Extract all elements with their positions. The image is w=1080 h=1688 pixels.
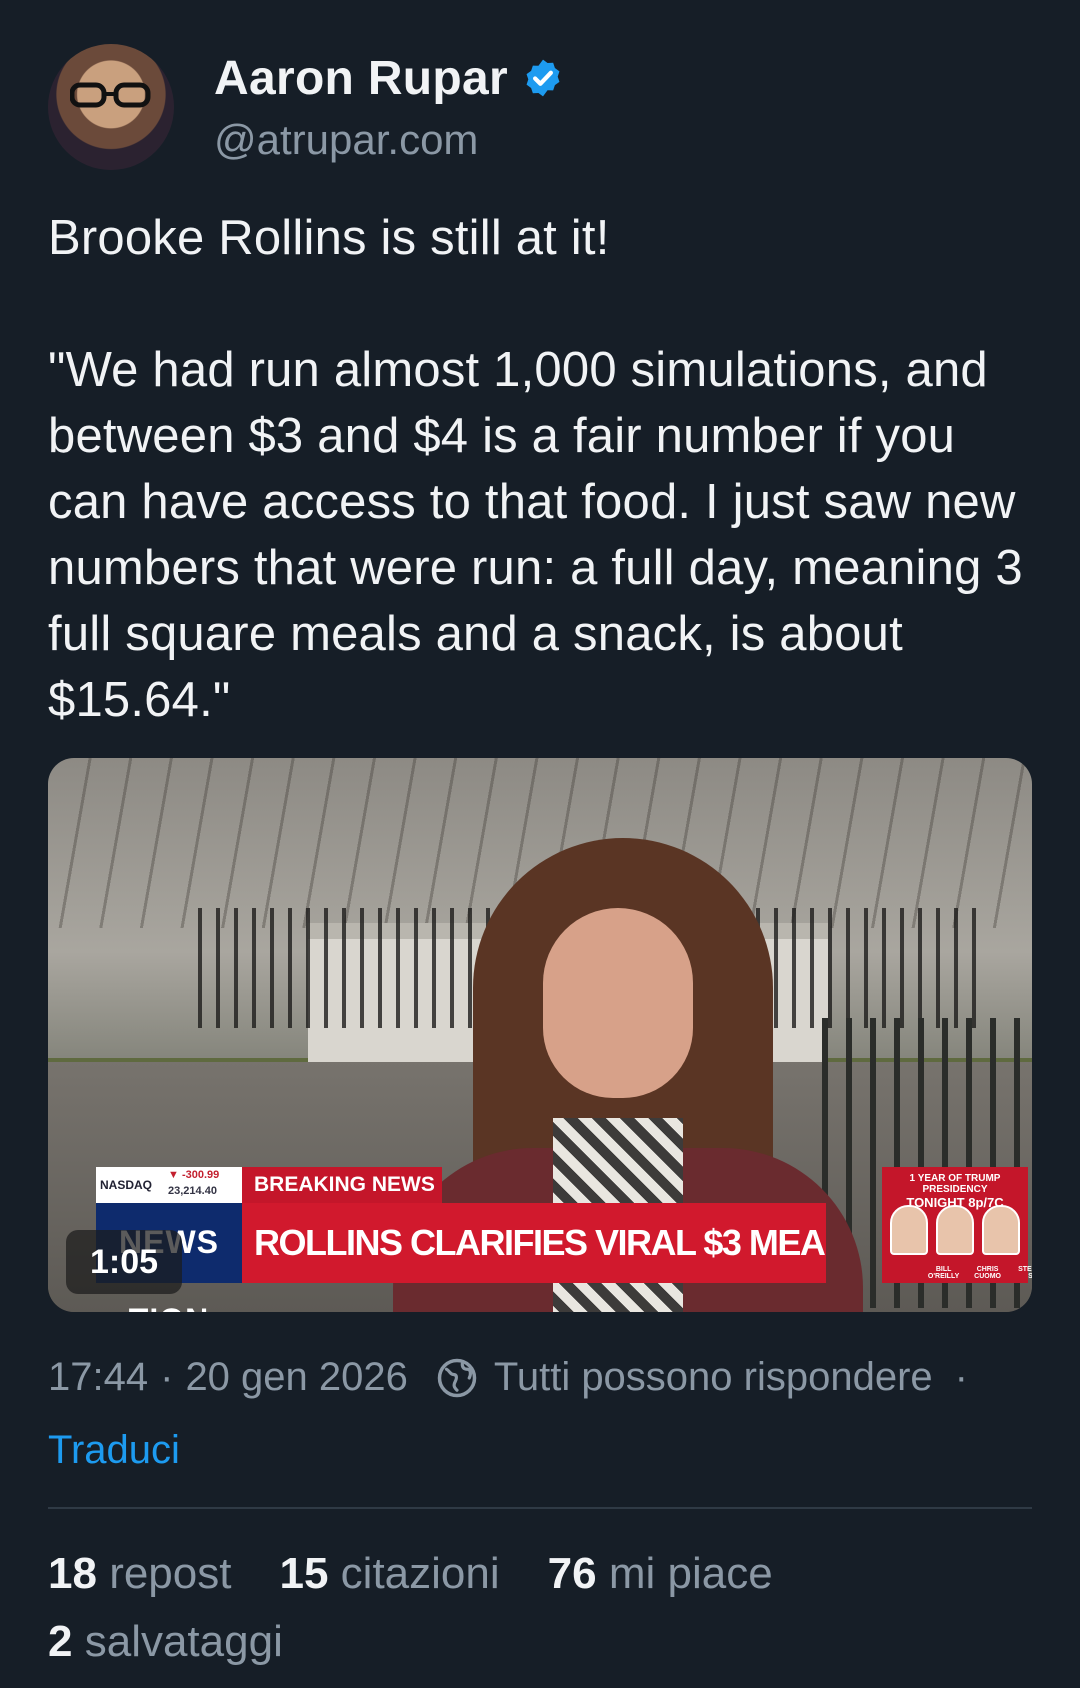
post-date[interactable]: 20 gen 2026 <box>185 1355 407 1400</box>
video-duration: 1:05 <box>66 1230 182 1294</box>
likes-label: mi piace <box>608 1549 773 1598</box>
video-player[interactable]: NASDAQ ▼ -300.99 23,214.40 BREAKING NEWS… <box>48 758 1032 1312</box>
likes-stat[interactable]: 76 mi piace <box>548 1540 773 1608</box>
quotes-count: 15 <box>279 1549 329 1598</box>
meta-trailing-dot: · <box>954 1355 968 1399</box>
post-text: Brooke Rollins is still at it! "We had r… <box>48 211 1023 727</box>
ticker-change: ▼ -300.99 <box>168 1169 220 1181</box>
promo-line-1: 1 YEAR OF TRUMP PRESIDENCY <box>909 1173 1001 1195</box>
news-lower-third: NASDAQ ▼ -300.99 23,214.40 BREAKING NEWS… <box>96 1167 1032 1312</box>
bookmarks-stat[interactable]: 2 salvataggi <box>48 1608 283 1676</box>
promo-faces <box>890 1205 1020 1261</box>
quotes-stat[interactable]: 15 citazioni <box>279 1540 499 1608</box>
avatar-glasses-icon <box>70 82 151 108</box>
engagement-stats: 18 repost 15 citazioni 76 mi piace 2 sal… <box>48 1540 1032 1676</box>
user-handle[interactable]: @atrupar.com <box>214 116 564 164</box>
reply-setting[interactable]: Tutti possono rispondere <box>494 1355 933 1400</box>
display-name-text[interactable]: Aaron Rupar <box>214 51 508 106</box>
reposts-label: repost <box>109 1549 232 1598</box>
likes-count: 76 <box>547 1549 597 1598</box>
reposts-count: 18 <box>48 1549 97 1598</box>
display-name[interactable]: Aaron Rupar <box>214 51 564 106</box>
post-meta: 17:44 · 20 gen 2026 Tutti possono rispon… <box>48 1355 968 1400</box>
bookmarks-label: salvataggi <box>84 1617 283 1666</box>
stock-ticker: NASDAQ ▼ -300.99 23,214.40 <box>96 1167 242 1203</box>
promo-name: BILL O'REILLY <box>927 1266 960 1280</box>
ticker-value: 23,214.40 <box>168 1185 217 1197</box>
ticker-index: NASDAQ <box>100 1178 153 1192</box>
globe-icon <box>437 1358 477 1397</box>
news-headline: ROLLINS CLARIFIES VIRAL $3 MEAL STATEMEN… <box>242 1203 826 1283</box>
divider <box>48 1507 1032 1509</box>
avatar[interactable] <box>48 44 174 170</box>
reposts-stat[interactable]: 18 repost <box>48 1540 231 1608</box>
verified-badge-icon[interactable] <box>522 57 564 99</box>
promo-name: STEPHEN A. SMITH <box>1018 1266 1032 1280</box>
quotes-label: citazioni <box>340 1549 500 1598</box>
promo-name: CHRIS CUOMO <box>974 1266 1001 1280</box>
breaking-news-label: BREAKING NEWS <box>242 1167 442 1203</box>
bookmarks-count: 2 <box>48 1617 73 1666</box>
post-header: Aaron Rupar @atrupar.com <box>48 44 564 170</box>
post-time[interactable]: 17:44 <box>48 1355 148 1400</box>
show-promo: 1 YEAR OF TRUMP PRESIDENCY TONIGHT 8p/7C… <box>882 1167 1032 1283</box>
translate-link[interactable]: Traduci <box>48 1428 180 1473</box>
meta-separator: · <box>160 1355 174 1399</box>
